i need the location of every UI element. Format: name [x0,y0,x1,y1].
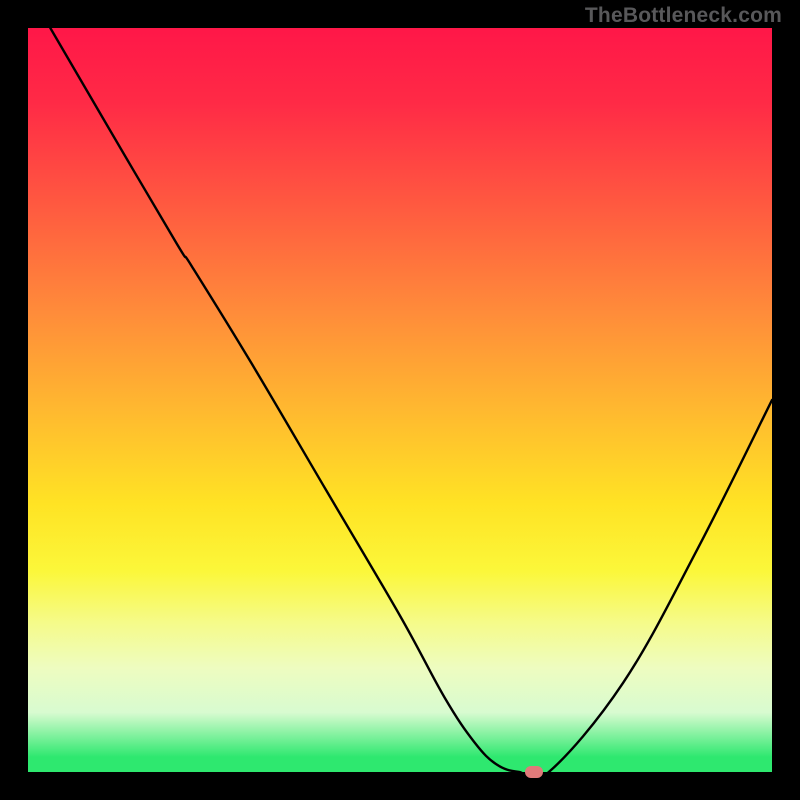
bottleneck-curve [50,28,772,772]
curve-svg [28,28,772,772]
chart-frame: TheBottleneck.com [0,0,800,800]
watermark-text: TheBottleneck.com [585,4,782,28]
plot-area [28,28,772,772]
current-marker [525,766,543,778]
